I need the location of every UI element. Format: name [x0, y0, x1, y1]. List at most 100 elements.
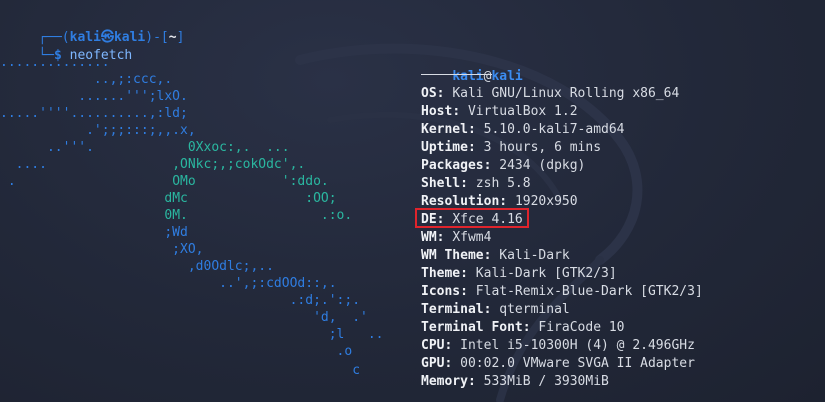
info-row-gpu: GPU: 00:02.0 VMware SVGA II Adapter [421, 355, 695, 373]
info-key: Host [421, 104, 453, 119]
logo-line: .............. [0, 55, 110, 70]
info-separator: : [460, 266, 476, 281]
info-row-host: Host: VirtualBox 1.2 [421, 103, 578, 121]
info-key: Memory [421, 374, 468, 389]
info-separator: : [436, 230, 453, 245]
logo-segment [0, 208, 164, 223]
info-key: Icons [421, 284, 461, 299]
prompt-line-1: ┌──(kali㉿kali)-[~] [7, 11, 184, 45]
info-separator: : [444, 338, 461, 353]
logo-segment-teal: ,ONkc;,;cokOdc',. [172, 157, 306, 172]
info-key: WM Theme [421, 248, 484, 263]
info-separator: : [452, 104, 468, 119]
info-value: Kali-Dark [GTK2/3] [475, 266, 617, 281]
info-separator: : [444, 356, 461, 371]
info-row-theme: Theme: Kali-Dark [GTK2/3] [421, 265, 617, 283]
userhost-user: kali [452, 69, 484, 84]
info-value: Flat-Remix-Blue-Dark [GTK2/3] [475, 284, 703, 299]
info-value: 1920x950 [514, 194, 578, 209]
info-key: Terminal Font [421, 320, 523, 335]
prompt-close: )-[ [145, 30, 169, 45]
info-key: Terminal [421, 302, 484, 317]
info-row-memory: Memory: 533MiB / 3930MiB [421, 373, 609, 391]
info-row-cpu: CPU: Intel i5-10300H (4) @ 2.496GHz [421, 337, 695, 355]
info-value: Xfwm4 [452, 230, 492, 245]
info-value: qterminal [499, 302, 570, 317]
info-key: WM [421, 230, 437, 245]
logo-segment [0, 191, 164, 206]
info-key: Uptime [421, 140, 468, 155]
info-value: 533MiB / 3930MiB [483, 374, 609, 389]
userhost-header: kali@kali [421, 50, 522, 84]
logo-segment: .... [0, 157, 173, 172]
info-value: 3 hours, 6 mins [483, 140, 602, 155]
logo-line: .o [0, 344, 353, 359]
info-row-packages: Packages: 2434 (dpkg) [421, 157, 585, 175]
logo-line: .... ,ONkc;,;cokOdc',. [0, 156, 306, 174]
userhost-underline [421, 74, 492, 75]
terminal-window[interactable]: ┌──(kali㉿kali)-[~] └─$ neofetch ........… [0, 0, 825, 402]
info-separator: : [460, 284, 476, 299]
info-key: Resolution [421, 194, 500, 209]
info-key: Packages [421, 158, 484, 173]
info-value: VirtualBox 1.2 [467, 104, 578, 119]
info-value: Kali-Dark [499, 248, 570, 263]
info-row-terminal-font: Terminal Font: FiraCode 10 [421, 319, 625, 337]
info-key: Theme [421, 266, 461, 281]
logo-segment: . [0, 174, 165, 189]
logo-line: 0M. .:o. [0, 207, 352, 225]
logo-line: ..',;:cdOOd::,. [0, 276, 337, 291]
logo-segment: ..'''. [0, 140, 188, 155]
info-row-os: OS: Kali GNU/Linux Rolling x86_64 [421, 85, 679, 103]
info-separator: : [436, 86, 453, 101]
info-key: GPU [421, 356, 445, 371]
prompt-dir: ~ [168, 30, 177, 45]
info-separator: : [522, 320, 539, 335]
info-value: FiraCode 10 [538, 320, 625, 335]
info-separator: : [499, 194, 515, 209]
info-separator: : [460, 176, 476, 191]
logo-line: ......''';lxO. [0, 89, 188, 104]
logo-line: ..,;:ccc,. [0, 72, 173, 87]
info-row-wm: WM: Xfwm4 [421, 229, 491, 247]
info-separator: : [483, 302, 500, 317]
logo-segment-teal: dMc :OO; [164, 191, 337, 206]
info-row-wm-theme: WM Theme: Kali-Dark [421, 247, 570, 265]
logo-line: ;XO, [0, 242, 204, 257]
logo-line: ;l .. [0, 327, 384, 342]
logo-line: ..'''. 0Xxoc:,. ... [0, 139, 290, 157]
info-separator: : [483, 158, 500, 173]
logo-line: .:d;.':;. [0, 293, 361, 308]
info-row-kernel: Kernel: 5.10.0-kali7-amd64 [421, 121, 625, 139]
logo-segment-teal: OMo ':ddo. [164, 174, 329, 189]
logo-line: .....''''..........,:ld; [0, 106, 188, 121]
info-value: 5.10.0-kali7-amd64 [483, 122, 625, 137]
info-row-icons: Icons: Flat-Remix-Blue-Dark [GTK2/3] [421, 283, 703, 301]
logo-line: dMc :OO; [0, 190, 337, 208]
info-value: Intel i5-10300H (4) @ 2.496GHz [460, 338, 695, 353]
info-row-shell: Shell: zsh 5.8 [421, 175, 531, 193]
info-value: zsh 5.8 [475, 176, 531, 191]
de-highlight-box [415, 208, 529, 228]
info-separator: : [467, 374, 484, 389]
prompt-line-2: └─$ neofetch [7, 29, 132, 63]
info-key: Shell [421, 176, 461, 191]
info-key: OS [421, 86, 437, 101]
info-value: Kali GNU/Linux Rolling x86_64 [452, 86, 680, 101]
info-row-terminal: Terminal: qterminal [421, 301, 570, 319]
info-key: Kernel [421, 122, 468, 137]
logo-line: c [0, 363, 361, 378]
logo-line: .';;;:::;,,.x, [0, 123, 196, 138]
logo-segment-teal: 0Xxoc:,. ... [187, 140, 290, 155]
info-row-uptime: Uptime: 3 hours, 6 mins [421, 139, 601, 157]
logo-segment-teal: 0M. .:o. [164, 208, 353, 223]
userhost-host: kali [491, 69, 523, 84]
info-separator: : [483, 248, 500, 263]
logo-line: . OMo ':ddo. [0, 173, 329, 191]
info-separator: : [467, 140, 484, 155]
info-key: CPU [421, 338, 445, 353]
info-value: 2434 (dpkg) [499, 158, 586, 173]
logo-line: ,d0Odlc;,.. [0, 259, 274, 274]
logo-line: ;Wd [0, 225, 188, 240]
prompt-close-dir: ] [176, 30, 185, 45]
